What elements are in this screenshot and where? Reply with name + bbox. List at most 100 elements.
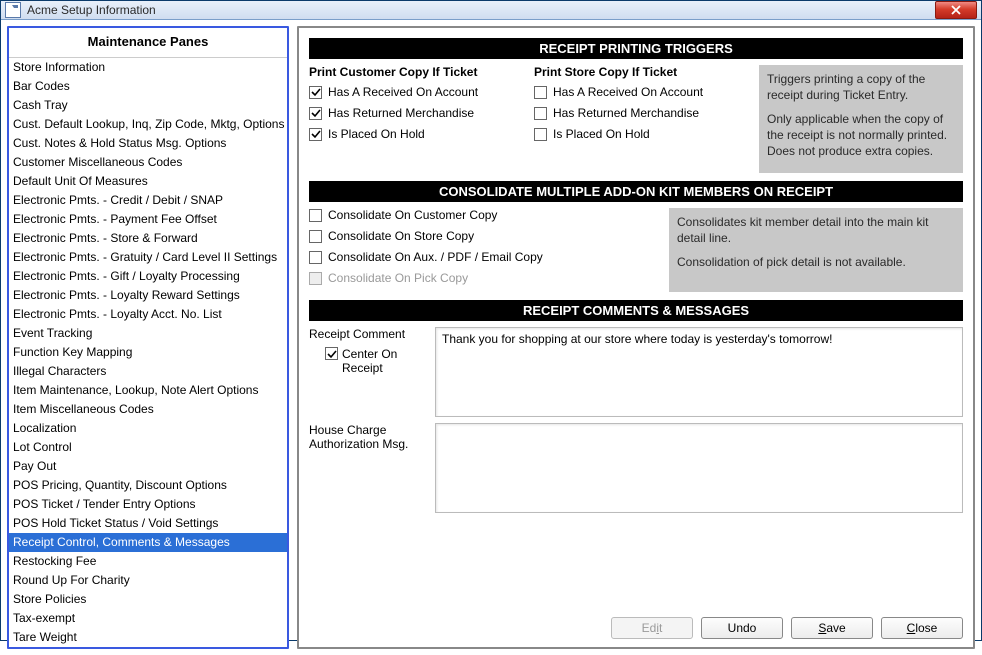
house-charge-row: House Charge Authorization Msg. [309, 423, 963, 513]
sidebar-item[interactable]: Electronic Pmts. - Payment Fee Offset [9, 210, 287, 229]
customer-trigger-row: Has A Received On Account [309, 85, 534, 99]
consolidate-option-checkbox [309, 272, 322, 285]
close-button-label: Close [907, 621, 938, 635]
store-trigger-checkbox[interactable] [534, 128, 547, 141]
store-trigger-label: Has Returned Merchandise [553, 106, 699, 120]
triggers-row: Print Customer Copy If Ticket Has A Rece… [309, 65, 963, 173]
save-button-label: Save [818, 621, 845, 635]
sidebar-item[interactable]: Cash Tray [9, 96, 287, 115]
customer-trigger-checkbox[interactable] [309, 86, 322, 99]
sidebar-item[interactable]: Store Information [9, 58, 287, 77]
consolidate-option-checkbox[interactable] [309, 209, 322, 222]
edit-button: Edit [611, 617, 693, 639]
consolidate-help-line2: Consolidation of pick detail is not avai… [677, 254, 955, 270]
sidebar-item[interactable]: Cust. Default Lookup, Inq, Zip Code, Mkt… [9, 115, 287, 134]
sidebar-item[interactable]: Electronic Pmts. - Loyalty Reward Settin… [9, 286, 287, 305]
sidebar-item[interactable]: Default Unit Of Measures [9, 172, 287, 191]
store-trigger-row: Has A Received On Account [534, 85, 759, 99]
sidebar-item[interactable]: Round Up For Charity [9, 571, 287, 590]
undo-button[interactable]: Undo [701, 617, 783, 639]
sidebar-item[interactable]: Electronic Pmts. - Store & Forward [9, 229, 287, 248]
consolidate-help-line1: Consolidates kit member detail into the … [677, 214, 955, 246]
customer-copy-title: Print Customer Copy If Ticket [309, 65, 534, 79]
consolidate-option-checkbox[interactable] [309, 230, 322, 243]
sidebar-item[interactable]: Receipt Control, Comments & Messages [9, 533, 287, 552]
customer-trigger-checkbox[interactable] [309, 128, 322, 141]
sidebar-item[interactable]: Customer Miscellaneous Codes [9, 153, 287, 172]
section-header-comments: RECEIPT COMMENTS & MESSAGES [309, 300, 963, 321]
consolidate-row: Consolidate On Customer Copy Consolidate … [309, 208, 963, 292]
customer-trigger-row: Is Placed On Hold [309, 127, 534, 141]
sidebar-item[interactable]: Electronic Pmts. - Credit / Debit / SNAP [9, 191, 287, 210]
main-panel: RECEIPT PRINTING TRIGGERS Print Customer… [297, 26, 975, 649]
sidebar-list[interactable]: Store InformationBar CodesCash TrayCust.… [9, 58, 287, 647]
house-charge-textarea[interactable] [435, 423, 963, 513]
center-on-receipt-row: Center On Receipt [325, 347, 427, 375]
consolidate-option-label: Consolidate On Customer Copy [328, 208, 497, 222]
sidebar-item[interactable]: Electronic Pmts. - Gift / Loyalty Proces… [9, 267, 287, 286]
sidebar-item[interactable]: Item Miscellaneous Codes [9, 400, 287, 419]
receipt-comment-textarea[interactable] [435, 327, 963, 417]
sidebar-item[interactable]: Cust. Notes & Hold Status Msg. Options [9, 134, 287, 153]
content-area: Maintenance Panes Store InformationBar C… [1, 20, 981, 655]
customer-trigger-label: Has A Received On Account [328, 85, 478, 99]
window-close-button[interactable] [935, 1, 977, 19]
sidebar-item[interactable]: POS Ticket / Tender Entry Options [9, 495, 287, 514]
consolidate-help-box: Consolidates kit member detail into the … [669, 208, 963, 292]
sidebar-item[interactable]: Tax-exempt [9, 609, 287, 628]
receipt-comment-label: Receipt Comment [309, 327, 427, 341]
consolidate-option-label: Consolidate On Aux. / PDF / Email Copy [328, 250, 543, 264]
edit-button-label: Edit [642, 621, 663, 635]
store-trigger-label: Is Placed On Hold [553, 127, 650, 141]
customer-trigger-label: Is Placed On Hold [328, 127, 425, 141]
customer-copy-column: Print Customer Copy If Ticket Has A Rece… [309, 65, 534, 173]
consolidate-column: Consolidate On Customer Copy Consolidate … [309, 208, 669, 292]
titlebar: Acme Setup Information [1, 1, 981, 20]
sidebar-item[interactable]: Item Maintenance, Lookup, Note Alert Opt… [9, 381, 287, 400]
sidebar-item[interactable]: Localization [9, 419, 287, 438]
close-icon [951, 5, 961, 15]
store-trigger-checkbox[interactable] [534, 86, 547, 99]
center-on-receipt-checkbox[interactable] [325, 347, 338, 360]
app-window: Acme Setup Information Maintenance Panes… [0, 0, 982, 641]
receipt-comment-label-col: Receipt Comment Center On Receipt [309, 327, 427, 417]
sidebar-item[interactable]: Pay Out [9, 457, 287, 476]
sidebar-item[interactable]: Restocking Fee [9, 552, 287, 571]
sidebar-item[interactable]: Function Key Mapping [9, 343, 287, 362]
consolidate-option-row: Consolidate On Pick Copy [309, 271, 669, 285]
store-trigger-label: Has A Received On Account [553, 85, 703, 99]
sidebar-item[interactable]: Event Tracking [9, 324, 287, 343]
consolidate-option-row: Consolidate On Aux. / PDF / Email Copy [309, 250, 669, 264]
triggers-help-line1: Triggers printing a copy of the receipt … [767, 71, 955, 103]
window-icon [5, 2, 21, 18]
consolidate-option-label: Consolidate On Pick Copy [328, 271, 468, 285]
sidebar-item[interactable]: POS Hold Ticket Status / Void Settings [9, 514, 287, 533]
sidebar-item[interactable]: Electronic Pmts. - Gratuity / Card Level… [9, 248, 287, 267]
store-trigger-row: Is Placed On Hold [534, 127, 759, 141]
customer-trigger-checkbox[interactable] [309, 107, 322, 120]
triggers-help-line2: Only applicable when the copy of the rec… [767, 111, 955, 159]
sidebar-item[interactable]: Lot Control [9, 438, 287, 457]
store-trigger-checkbox[interactable] [534, 107, 547, 120]
button-bar: Edit Undo Save Close [611, 617, 963, 639]
consolidate-option-row: Consolidate On Customer Copy [309, 208, 669, 222]
sidebar-item[interactable]: Bar Codes [9, 77, 287, 96]
sidebar-item[interactable]: Tare Weight [9, 628, 287, 647]
section-header-triggers: RECEIPT PRINTING TRIGGERS [309, 38, 963, 59]
sidebar-item[interactable]: Illegal Characters [9, 362, 287, 381]
center-on-receipt-label: Center On Receipt [342, 347, 427, 375]
house-charge-label-col: House Charge Authorization Msg. [309, 423, 427, 513]
maintenance-panes-sidebar: Maintenance Panes Store InformationBar C… [7, 26, 289, 649]
store-copy-title: Print Store Copy If Ticket [534, 65, 759, 79]
undo-button-label: Undo [728, 621, 757, 635]
triggers-help-box: Triggers printing a copy of the receipt … [759, 65, 963, 173]
customer-trigger-row: Has Returned Merchandise [309, 106, 534, 120]
receipt-comment-row: Receipt Comment Center On Receipt [309, 327, 963, 417]
section-header-consolidate: CONSOLIDATE MULTIPLE ADD-ON KIT MEMBERS … [309, 181, 963, 202]
sidebar-item[interactable]: POS Pricing, Quantity, Discount Options [9, 476, 287, 495]
sidebar-item[interactable]: Electronic Pmts. - Loyalty Acct. No. Lis… [9, 305, 287, 324]
sidebar-item[interactable]: Store Policies [9, 590, 287, 609]
consolidate-option-checkbox[interactable] [309, 251, 322, 264]
close-button[interactable]: Close [881, 617, 963, 639]
save-button[interactable]: Save [791, 617, 873, 639]
